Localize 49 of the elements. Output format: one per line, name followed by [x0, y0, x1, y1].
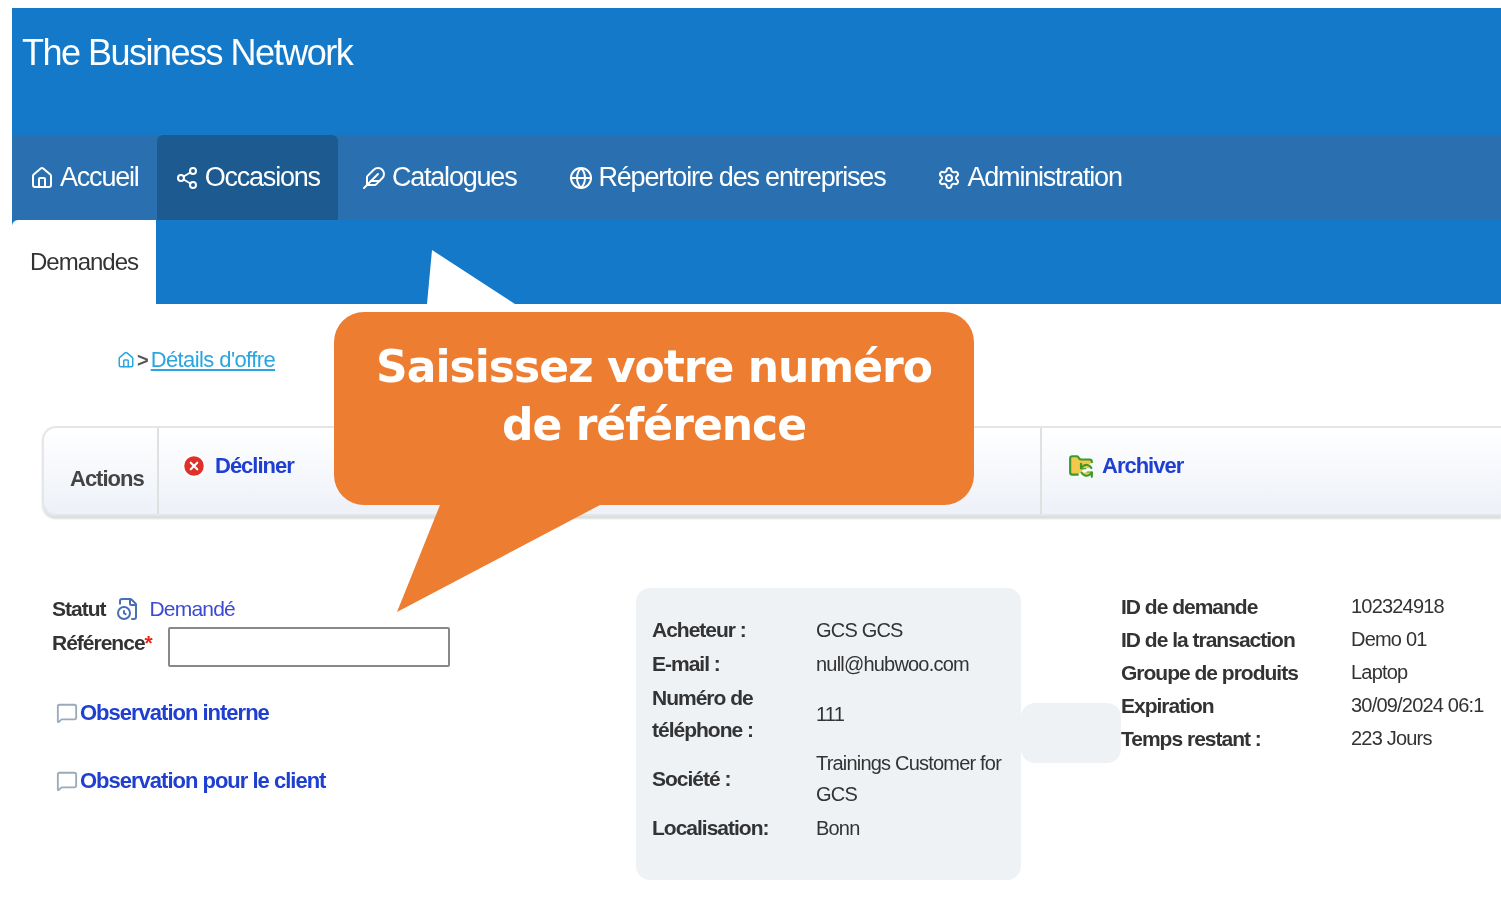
- card-value: GCS GCS: [816, 617, 904, 643]
- detail-label: Groupe de produits: [1121, 660, 1299, 686]
- feather-icon: [361, 165, 386, 190]
- reference-label: Référence*: [52, 631, 152, 655]
- archive-link[interactable]: Archiver: [1068, 453, 1184, 479]
- decline-icon: [181, 453, 207, 479]
- reference-field[interactable]: [167, 627, 450, 667]
- home-icon[interactable]: [117, 351, 135, 369]
- detail-value: Demo 01: [1351, 627, 1428, 652]
- nav-tab[interactable]: Accueil: [12, 135, 157, 220]
- site-title: The Business Network: [22, 32, 355, 74]
- home-icon: [30, 165, 54, 190]
- detail-value: Laptop: [1351, 660, 1409, 685]
- document-clock-icon: [115, 597, 140, 621]
- observation-link[interactable]: Observation pour le client: [56, 768, 636, 794]
- detail-label: Temps restant :: [1121, 726, 1262, 752]
- card-label: E-mail :: [652, 651, 721, 677]
- card-label: Acheteur :: [652, 617, 747, 643]
- sub-tab[interactable]: Demandes: [12, 220, 156, 304]
- nav-tab[interactable]: Catalogues: [343, 135, 535, 220]
- actions-label: Actions: [70, 466, 144, 492]
- detail-label: Expiration: [1121, 693, 1215, 719]
- nav-tab[interactable]: Occasions: [156, 135, 338, 220]
- settings-icon: [937, 165, 962, 190]
- card-value: 111: [816, 701, 845, 727]
- detail-value: 223 Jours: [1351, 726, 1433, 751]
- decline-link[interactable]: Décliner: [181, 453, 294, 479]
- card-value: Trainings Customer for GCS: [816, 751, 1003, 807]
- card-label: Localisation:: [652, 815, 770, 841]
- speech-bubble-icon: [56, 702, 78, 724]
- nav-tab[interactable]: Répertoire des entreprises: [550, 135, 904, 220]
- speech-bubble-icon: [56, 770, 78, 792]
- card-label: Numéro de téléphone :: [652, 685, 754, 743]
- detail-label: ID de la transaction: [1121, 627, 1296, 653]
- card-value: Bonn: [816, 815, 861, 841]
- folder-icon: [1068, 453, 1094, 479]
- status-value: Demandé: [149, 597, 235, 621]
- detail-label: ID de demande: [1121, 594, 1259, 620]
- detail-value: 102324918: [1351, 594, 1445, 619]
- observation-link[interactable]: Observation interne: [56, 700, 636, 726]
- nav-tab[interactable]: Administration: [919, 135, 1140, 220]
- card-value: null@hubwoo.com: [816, 651, 970, 677]
- status-label: Statut: [52, 597, 106, 621]
- breadcrumb-separator: >: [137, 348, 149, 372]
- detail-value: 30/09/2024 06:1: [1351, 693, 1485, 718]
- callout-text: Saisissez votre numéro de référence: [375, 340, 933, 452]
- share-icon: [174, 165, 199, 190]
- globe-icon: [568, 165, 593, 190]
- card-label: Société :: [652, 766, 732, 792]
